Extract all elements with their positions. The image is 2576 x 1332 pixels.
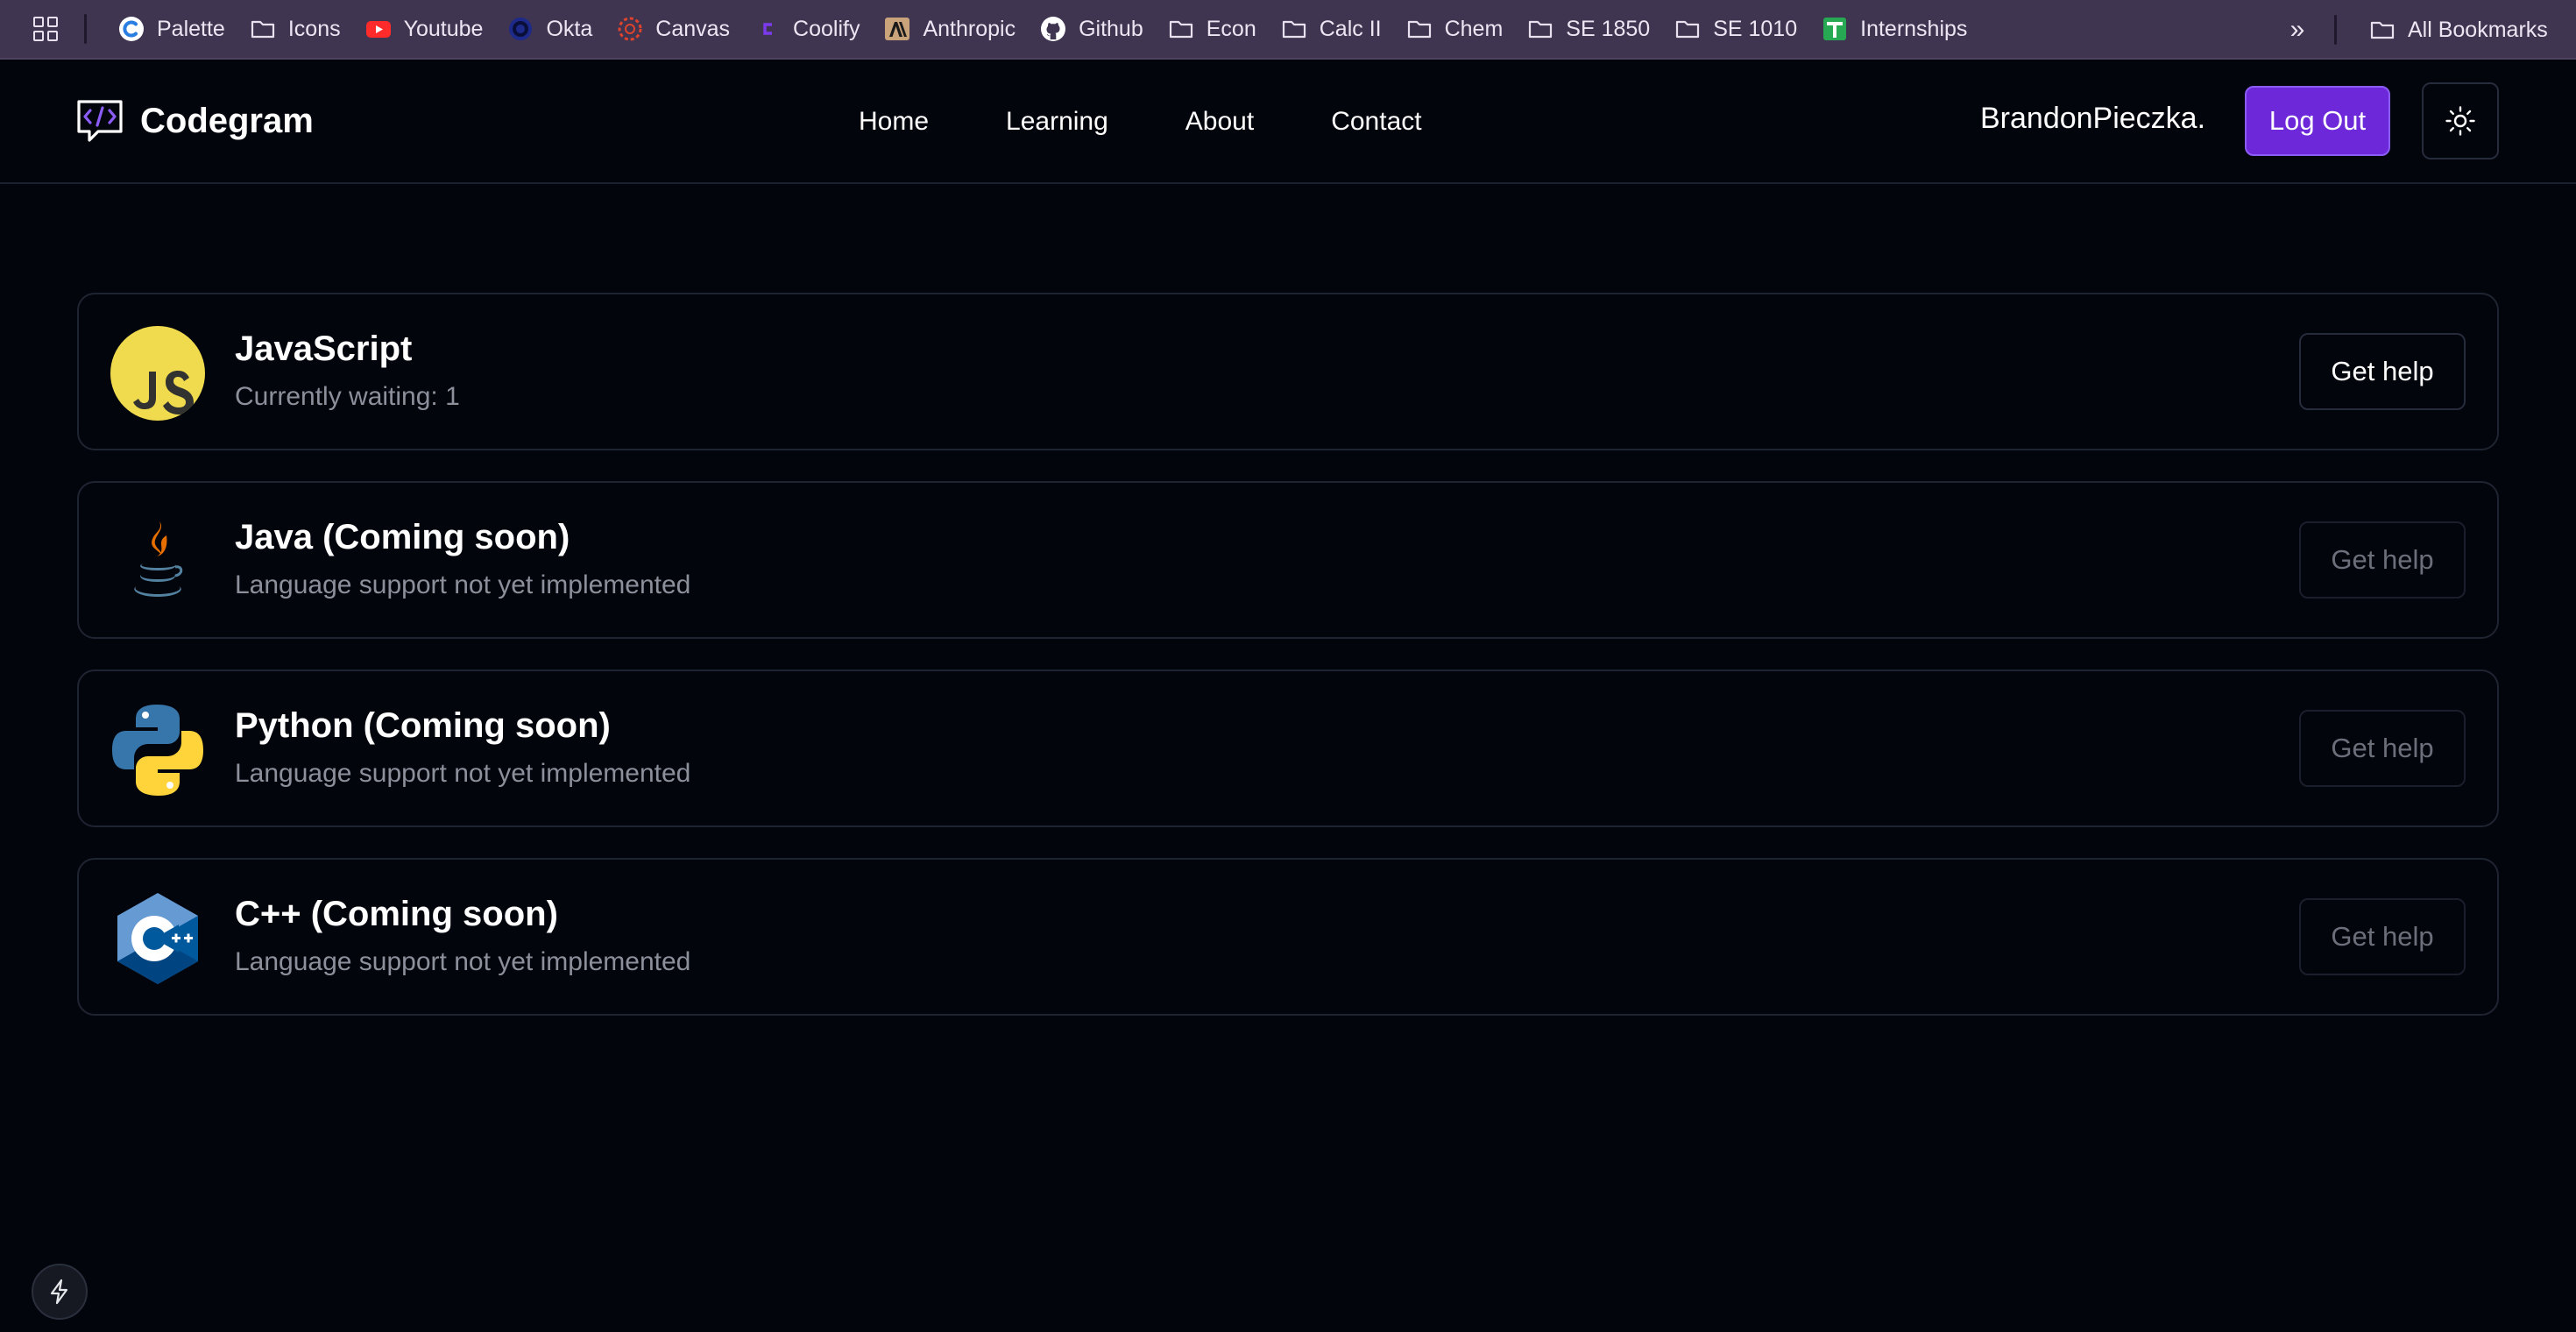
username: BrandonPieczka.	[1980, 102, 2206, 135]
bookmark-label: Anthropic	[923, 16, 1016, 41]
folder-icon	[2369, 17, 2396, 43]
language-card-java: Java (Coming soon) Language support not …	[77, 481, 2499, 639]
bookmark-econ[interactable]: Econ	[1156, 8, 1269, 50]
more-bookmarks-chevron-icon[interactable]: »	[2282, 9, 2313, 51]
bookmark-anthropic[interactable]: Anthropic	[872, 8, 1028, 50]
get-help-button[interactable]: Get help	[2299, 521, 2466, 599]
folder-icon	[1406, 16, 1433, 42]
bookmark-label: Youtube	[403, 16, 484, 41]
bookmark-label: Github	[1079, 16, 1143, 41]
code-chat-icon	[77, 100, 123, 142]
site-header: Codegram Home Learning About Contact Bra…	[0, 60, 2576, 184]
folder-icon	[1674, 16, 1701, 42]
brand-logo[interactable]: Codegram	[75, 96, 314, 145]
lightning-bolt-icon	[50, 1279, 68, 1305]
theme-toggle-button[interactable]	[2422, 82, 2499, 159]
bookmark-label: Canvas	[655, 16, 731, 41]
bookmark-label: Palette	[157, 16, 225, 41]
bookmark-se-1010[interactable]: SE 1010	[1662, 8, 1809, 50]
bookmark-label: Internships	[1860, 16, 1968, 41]
bookmarks-divider	[84, 14, 87, 44]
bookmark-label: Econ	[1206, 16, 1256, 41]
sun-icon	[2445, 106, 2475, 136]
nav-learning[interactable]: Learning	[1006, 107, 1108, 137]
logout-button[interactable]: Log Out	[2245, 86, 2390, 156]
language-name: C++ (Coming soon)	[235, 895, 558, 933]
python-icon	[110, 703, 205, 797]
nav-contact[interactable]: Contact	[1331, 107, 1421, 137]
bookmark-label: Calc II	[1319, 16, 1382, 41]
folder-icon	[1527, 16, 1553, 42]
bookmark-chem[interactable]: Chem	[1394, 8, 1516, 50]
language-status: Language support not yet implemented	[235, 570, 691, 599]
all-bookmarks-label: All Bookmarks	[2408, 17, 2548, 42]
main-nav: Home Learning About Contact	[859, 60, 1499, 184]
bookmark-label: SE 1850	[1566, 16, 1651, 41]
bookmark-calc-ii[interactable]: Calc II	[1269, 8, 1394, 50]
language-name: Python (Coming soon)	[235, 706, 611, 745]
folder-icon	[250, 16, 276, 42]
anthropic-icon	[884, 16, 910, 42]
language-status: Language support not yet implemented	[235, 759, 691, 788]
bookmark-label: Coolify	[793, 16, 860, 41]
github-icon	[1040, 16, 1066, 42]
folder-icon	[1281, 16, 1307, 42]
palette-icon	[118, 16, 145, 42]
cpp-icon	[110, 891, 205, 986]
bookmark-internships[interactable]: Internships	[1809, 8, 1979, 50]
language-card-javascript: JavaScript Currently waiting: 1 Get help	[77, 293, 2499, 450]
sheets-icon	[1822, 16, 1848, 42]
get-help-button[interactable]: Get help	[2299, 710, 2466, 787]
bookmark-label: Okta	[546, 16, 593, 41]
canvas-icon	[617, 16, 643, 42]
okta-icon	[507, 16, 534, 42]
bookmark-se-1850[interactable]: SE 1850	[1515, 8, 1662, 50]
bookmark-palette[interactable]: Palette	[106, 8, 237, 50]
nav-home[interactable]: Home	[859, 107, 929, 137]
language-name: Java (Coming soon)	[235, 518, 570, 556]
coolify-icon	[754, 16, 781, 42]
bookmark-github[interactable]: Github	[1028, 8, 1156, 50]
dev-tools-button[interactable]	[32, 1264, 88, 1320]
bookmark-coolify[interactable]: Coolify	[742, 8, 872, 50]
language-card-python: Python (Coming soon) Language support no…	[77, 670, 2499, 827]
bookmark-list: Palette Icons Youtube Okta Canvas Coolif…	[106, 0, 1979, 58]
language-card-cpp: C++ (Coming soon) Language support not y…	[77, 858, 2499, 1016]
bookmarks-divider	[2334, 15, 2337, 45]
javascript-icon	[110, 326, 205, 421]
bookmark-label: SE 1010	[1713, 16, 1798, 41]
bookmark-label: Icons	[287, 16, 341, 41]
apps-grid-icon[interactable]	[33, 17, 58, 41]
language-name: JavaScript	[235, 329, 413, 368]
java-icon	[110, 514, 205, 609]
language-status: Currently waiting: 1	[235, 382, 460, 411]
nav-about[interactable]: About	[1185, 107, 1254, 137]
get-help-button[interactable]: Get help	[2299, 898, 2466, 975]
language-list: JavaScript Currently waiting: 1 Get help…	[77, 293, 2499, 1046]
all-bookmarks-button[interactable]: All Bookmarks	[2357, 9, 2560, 51]
brand-name: Codegram	[140, 101, 314, 140]
get-help-button[interactable]: Get help	[2299, 333, 2466, 410]
folder-icon	[1168, 16, 1194, 42]
youtube-icon	[365, 16, 392, 42]
bookmark-canvas[interactable]: Canvas	[605, 8, 742, 50]
bookmark-okta[interactable]: Okta	[495, 8, 605, 50]
language-status: Language support not yet implemented	[235, 947, 691, 976]
bookmark-label: Chem	[1444, 16, 1504, 41]
bookmark-icons[interactable]: Icons	[237, 8, 353, 50]
bookmarks-bar: Palette Icons Youtube Okta Canvas Coolif…	[0, 0, 2576, 60]
bookmark-youtube[interactable]: Youtube	[353, 8, 496, 50]
